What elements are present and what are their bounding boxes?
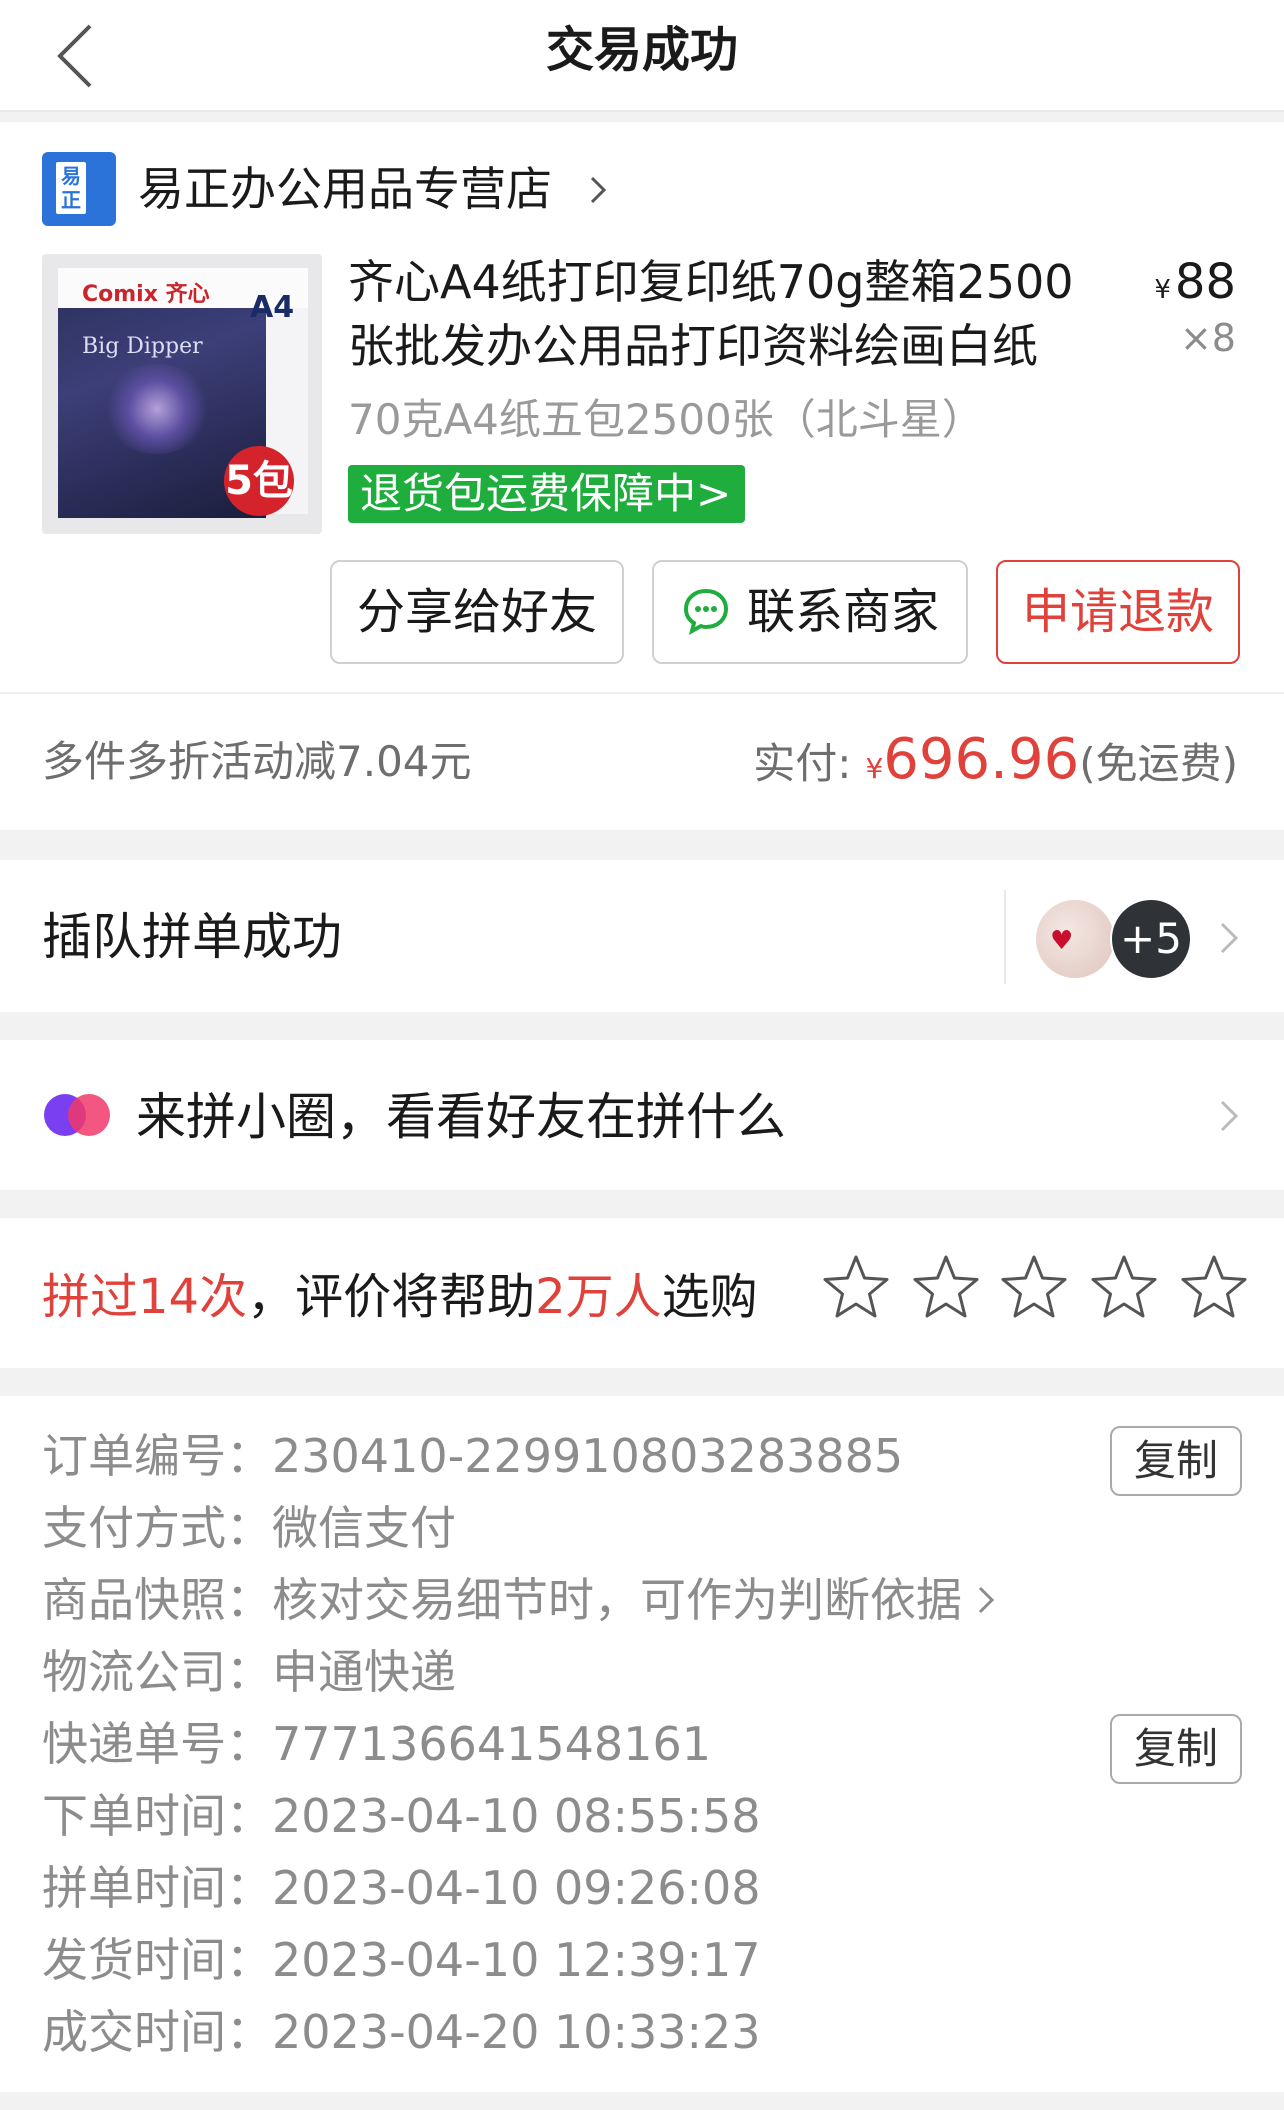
star-icon[interactable] bbox=[820, 1252, 892, 1324]
section-divider bbox=[0, 1368, 1284, 1396]
friend-circle-row[interactable]: 来拼小圈，看看好友在拼什么 bbox=[0, 1040, 1284, 1190]
vertical-divider bbox=[1004, 890, 1006, 984]
paid-amount: 696.96 bbox=[883, 727, 1080, 792]
star-icon[interactable] bbox=[998, 1252, 1070, 1324]
section-divider bbox=[0, 1012, 1284, 1040]
avatar: ♥ bbox=[1034, 898, 1116, 980]
tracking-number-row: 快递单号：777136641548161 bbox=[42, 1708, 711, 1780]
group-time-row: 拼单时间：2023-04-10 09:26:08 bbox=[42, 1852, 761, 1924]
star-icon[interactable] bbox=[1088, 1252, 1160, 1324]
chevron-right-icon bbox=[590, 176, 607, 204]
shipping-note: (免运费) bbox=[1079, 739, 1238, 788]
star-icon[interactable] bbox=[1178, 1252, 1250, 1324]
product-image[interactable]: Comix 齐心 A4 Big Dipper 5包 bbox=[42, 254, 322, 534]
chat-icon bbox=[683, 588, 728, 635]
product-title[interactable]: 齐心A4纸打印复印纸70g整箱2500张批发办公用品打印资料绘画白纸 bbox=[348, 250, 1108, 378]
paid-total: 实付: ¥696.96(免运费) bbox=[753, 722, 1238, 807]
tracking-number-label: 快递单号： bbox=[42, 1717, 272, 1771]
rating-row: 拼过14次，评价将帮助2万人选购 bbox=[0, 1218, 1284, 1368]
chevron-right-icon bbox=[978, 1586, 995, 1613]
price-value: 88 bbox=[1174, 254, 1236, 310]
section-divider bbox=[0, 112, 1284, 122]
payment-summary: 多件多折活动减7.04元 实付: ¥696.96(免运费) bbox=[0, 692, 1284, 830]
copy-tracking-number-button[interactable]: 复制 bbox=[1110, 1714, 1242, 1784]
rating-prompt-text: ，评价将帮助 bbox=[247, 1269, 536, 1325]
paid-label: 实付: bbox=[753, 739, 852, 788]
star-icon[interactable] bbox=[910, 1252, 982, 1324]
friend-circle-text: 来拼小圈，看看好友在拼什么 bbox=[136, 1088, 786, 1146]
store-logo: 易 正 bbox=[42, 152, 116, 226]
snapshot-label: 商品快照： bbox=[42, 1573, 272, 1627]
section-divider bbox=[0, 2092, 1284, 2110]
more-members-badge: +5 bbox=[1110, 898, 1192, 980]
deal-time-label: 成交时间： bbox=[42, 2005, 272, 2059]
group-buy-row[interactable]: 插队拼单成功 ♥ +5 bbox=[0, 862, 1284, 1012]
logistics-value: 申通快递 bbox=[272, 1645, 456, 1699]
section-divider bbox=[0, 1190, 1284, 1218]
chevron-right-icon bbox=[1220, 1100, 1239, 1132]
snapshot-row[interactable]: 商品快照：核对交易细节时，可作为判断依据 bbox=[42, 1564, 996, 1636]
product-image-size: A4 bbox=[250, 290, 295, 325]
product-image-brand: Comix 齐心 bbox=[82, 282, 210, 307]
product-quantity: ×8 bbox=[1179, 316, 1236, 360]
payment-method-label: 支付方式： bbox=[42, 1501, 272, 1555]
order-number-row: 订单编号：230410-229910803283885 bbox=[42, 1420, 903, 1492]
group-time-value: 2023-04-10 09:26:08 bbox=[272, 1861, 761, 1915]
share-button[interactable]: 分享给好友 bbox=[330, 560, 624, 664]
order-number-label: 订单编号： bbox=[42, 1429, 272, 1483]
payment-method-value: 微信支付 bbox=[272, 1501, 456, 1555]
logistics-row: 物流公司：申通快递 bbox=[42, 1636, 456, 1708]
order-number-value: 230410-229910803283885 bbox=[272, 1429, 904, 1483]
product-spec: 70克A4纸五包2500张（北斗星） bbox=[348, 395, 984, 444]
ship-time-value: 2023-04-10 12:39:17 bbox=[272, 1933, 761, 1987]
friend-circle-icon bbox=[44, 1094, 110, 1136]
tracking-number-value: 777136641548161 bbox=[272, 1717, 711, 1771]
page-title: 交易成功 bbox=[545, 22, 738, 78]
ship-time-label: 发货时间： bbox=[42, 1933, 272, 1987]
deal-time-row: 成交时间：2023-04-20 10:33:23 bbox=[42, 1996, 761, 2068]
rating-prompt-suffix: 选购 bbox=[661, 1269, 758, 1325]
product-image-series: Big Dipper bbox=[82, 334, 203, 359]
rating-prompt: 拼过14次，评价将帮助2万人选购 bbox=[42, 1262, 758, 1332]
order-time-value: 2023-04-10 08:55:58 bbox=[272, 1789, 761, 1843]
product-price: ¥88 bbox=[1154, 254, 1236, 318]
currency-symbol: ¥ bbox=[1154, 275, 1171, 305]
top-bar: 交易成功 bbox=[0, 0, 1284, 112]
ship-time-row: 发货时间：2023-04-10 12:39:17 bbox=[42, 1924, 761, 1996]
paid-currency: ¥ bbox=[865, 752, 884, 785]
product-image-pack: 5包 bbox=[224, 446, 294, 516]
payment-method-row: 支付方式：微信支付 bbox=[42, 1492, 456, 1564]
logistics-label: 物流公司： bbox=[42, 1645, 272, 1699]
store-logo-text-top: 易 bbox=[61, 164, 81, 188]
copy-order-number-button[interactable]: 复制 bbox=[1110, 1426, 1242, 1496]
refund-button[interactable]: 申请退款 bbox=[996, 560, 1240, 664]
order-time-row: 下单时间：2023-04-10 08:55:58 bbox=[42, 1780, 761, 1852]
order-time-label: 下单时间： bbox=[42, 1789, 272, 1843]
store-logo-text-bottom: 正 bbox=[61, 188, 81, 212]
contact-seller-button[interactable]: 联系商家 bbox=[652, 560, 968, 664]
section-divider bbox=[0, 830, 1284, 860]
deal-time-value: 2023-04-20 10:33:23 bbox=[272, 2005, 761, 2059]
snapshot-value: 核对交易细节时，可作为判断依据 bbox=[272, 1573, 962, 1627]
insurance-badge[interactable]: 退货包运费保障中> bbox=[348, 465, 746, 523]
group-time-label: 拼单时间： bbox=[42, 1861, 272, 1915]
contact-seller-label: 联系商家 bbox=[746, 584, 939, 640]
discount-text: 多件多折活动减7.04元 bbox=[42, 737, 472, 786]
store-name-link[interactable]: 易正办公用品专营店 bbox=[138, 156, 552, 222]
group-buy-status: 插队拼单成功 bbox=[42, 908, 342, 966]
chevron-right-icon bbox=[1220, 922, 1239, 954]
helped-count: 2万人 bbox=[535, 1269, 662, 1325]
purchase-count: 拼过14次 bbox=[42, 1269, 248, 1325]
